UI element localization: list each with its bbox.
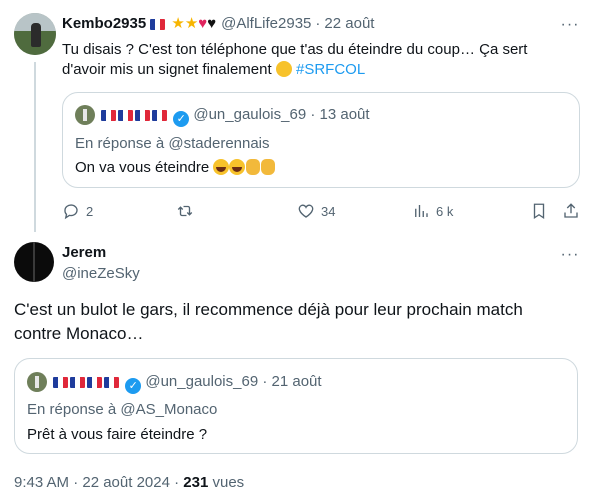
star-icon: ★ bbox=[171, 15, 185, 32]
pinching-hand-emoji-icon bbox=[261, 159, 276, 175]
heart-icon bbox=[298, 204, 314, 218]
flag-fr-icon bbox=[101, 109, 116, 121]
avatar[interactable] bbox=[14, 13, 56, 55]
verified-badge-icon: ✓ bbox=[173, 111, 190, 127]
quoted-text: Prêt à vous faire éteindre ? bbox=[27, 426, 208, 443]
flag-fr-icon bbox=[152, 109, 167, 121]
tweet-text-line: Tu disais ? C'est ton téléphone que t'as… bbox=[62, 41, 528, 58]
hashtag-link[interactable]: #SRFCOL bbox=[296, 61, 365, 78]
display-name[interactable]: Jerem bbox=[62, 244, 106, 261]
reply-count: 2 bbox=[86, 203, 94, 219]
share-icon bbox=[564, 203, 578, 218]
views-label: vues bbox=[208, 474, 245, 491]
views-chart-icon bbox=[415, 205, 428, 217]
reply-to-label: En réponse à @AS_Monaco bbox=[27, 401, 218, 418]
tweet-date[interactable]: 22 août bbox=[324, 15, 374, 32]
quoted-avatar bbox=[75, 105, 95, 125]
tweet-header: Jerem bbox=[62, 244, 106, 261]
verified-badge-icon: ✓ bbox=[125, 378, 142, 394]
separator: · bbox=[315, 14, 321, 32]
flag-fr-icon bbox=[118, 109, 133, 121]
display-name[interactable]: Kembo2935 bbox=[62, 15, 146, 32]
timestamp-text[interactable]: 9:43 AM · 22 août 2024 · bbox=[14, 474, 183, 491]
handle[interactable]: @AlfLife2935 bbox=[221, 15, 311, 32]
tweet-text: C'est un bulot le gars, il recommence dé… bbox=[14, 298, 574, 346]
flag-fr-icon bbox=[104, 376, 119, 388]
reply-to-label: En réponse à @staderennais bbox=[75, 135, 270, 152]
quoted-date: 13 août bbox=[319, 106, 370, 123]
quoted-tweet[interactable]: ✓ @un_gaulois_69 · 13 août En réponse à … bbox=[62, 92, 580, 188]
red-heart-icon: ♥ bbox=[198, 15, 208, 32]
share-button[interactable] bbox=[562, 200, 580, 222]
tweet-timestamp: 9:43 AM · 22 août 2024 · 231 vues bbox=[14, 474, 244, 491]
tweet-text: Tu disais ? C'est ton téléphone que t'as… bbox=[62, 40, 582, 80]
avatar[interactable] bbox=[14, 242, 54, 282]
quoted-tweet[interactable]: ✓ @un_gaulois_69 · 21 août En réponse à … bbox=[14, 358, 578, 454]
tweet-text-line: d'avoir mis un signet finalement bbox=[62, 61, 272, 78]
quoted-text: On va vous éteindre bbox=[75, 159, 276, 176]
quoted-header: ✓ @un_gaulois_69 · 13 août bbox=[101, 106, 370, 127]
laughing-emoji-icon bbox=[229, 159, 246, 175]
shushing-face-emoji-icon bbox=[275, 61, 292, 77]
flag-fr-icon bbox=[150, 18, 166, 30]
action-bar: 2 34 6 k bbox=[62, 200, 582, 222]
quoted-header: ✓ @un_gaulois_69 · 21 août bbox=[53, 373, 322, 394]
quoted-handle: @un_gaulois_69 bbox=[193, 106, 307, 123]
tweet-text-line: C'est un bulot le gars, il recommence dé… bbox=[14, 300, 523, 319]
tweet-text-line: contre Monaco… bbox=[14, 324, 144, 343]
quoted-date: 21 août bbox=[271, 373, 322, 390]
handle[interactable]: @ineZeSky bbox=[62, 265, 140, 282]
retweet-button[interactable] bbox=[176, 200, 200, 222]
views-button[interactable]: 6 k bbox=[412, 200, 453, 222]
like-button[interactable]: 34 bbox=[297, 200, 335, 222]
views-number: 231 bbox=[183, 474, 209, 491]
tweet-header-handle: @ineZeSky bbox=[62, 265, 140, 282]
laughing-emoji-icon bbox=[213, 159, 230, 175]
flag-fr-icon bbox=[53, 376, 68, 388]
bookmark-icon bbox=[533, 203, 545, 220]
quoted-avatar bbox=[27, 372, 47, 392]
flag-fr-icon bbox=[135, 109, 150, 121]
pinching-hand-emoji-icon bbox=[246, 159, 261, 175]
retweet-icon bbox=[177, 205, 193, 217]
flag-fr-icon bbox=[70, 376, 85, 388]
reply-button[interactable]: 2 bbox=[62, 200, 93, 222]
like-count: 34 bbox=[321, 203, 336, 219]
reply-icon bbox=[64, 204, 78, 220]
quoted-handle: @un_gaulois_69 bbox=[145, 373, 259, 390]
flag-fr-icon bbox=[87, 376, 102, 388]
name-decorations: ★★♥♥ bbox=[150, 14, 216, 32]
thread-connector bbox=[34, 62, 36, 232]
bookmark-button[interactable] bbox=[530, 200, 548, 222]
tweet-header: Kembo2935 ★★♥♥ @AlfLife2935 · 22 août bbox=[62, 14, 374, 33]
more-options-icon[interactable]: ··· bbox=[560, 245, 580, 265]
views-count: 6 k bbox=[436, 203, 454, 219]
black-heart-icon: ♥ bbox=[207, 15, 217, 32]
star-icon: ★ bbox=[184, 15, 199, 32]
tweet-kembo[interactable]: Kembo2935 ★★♥♥ @AlfLife2935 · 22 août ··… bbox=[0, 0, 593, 232]
more-options-icon[interactable]: ··· bbox=[560, 15, 580, 35]
